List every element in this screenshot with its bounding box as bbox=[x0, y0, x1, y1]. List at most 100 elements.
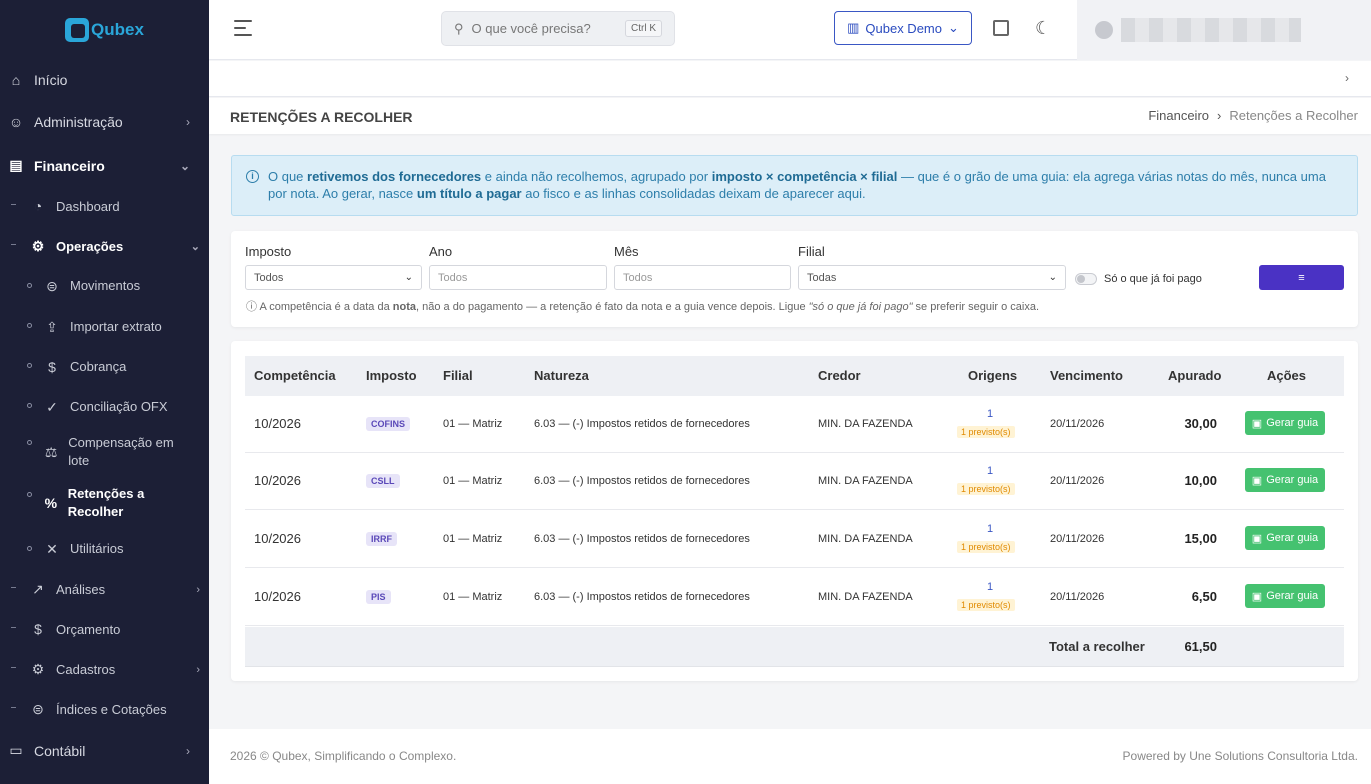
cell-credor: MIN. DA FAZENDA bbox=[818, 475, 913, 487]
sidebar-item-orcamento[interactable]: $ Orçamento bbox=[30, 621, 200, 637]
sidebar-item-contabil[interactable]: ▭ Contábil › bbox=[8, 742, 198, 759]
coin-icon: ⊜ bbox=[32, 701, 44, 717]
sidebar-item-cadastros[interactable]: ⚙ Cadastros › bbox=[30, 661, 200, 678]
breadcrumb-parent[interactable]: Financeiro bbox=[1148, 108, 1209, 123]
sidebar-item-conciliacao[interactable]: ✓ Conciliação OFX bbox=[44, 398, 184, 416]
company-selector[interactable]: ▥ Qubex Demo ⌄ bbox=[834, 11, 972, 45]
sidebar-item-indices[interactable]: ⊜ Índices e Cotações bbox=[30, 701, 200, 718]
chevron-right-icon: › bbox=[186, 115, 190, 129]
page-footer: 2026 © Qubex, Simplificando o Complexo. … bbox=[209, 729, 1371, 784]
chevron-right-icon: › bbox=[196, 583, 200, 596]
scale-icon: ⚖ bbox=[44, 444, 58, 460]
sidebar-item-label: Índices e Cotações bbox=[56, 702, 167, 717]
breadcrumb-current: Retenções a Recolher bbox=[1229, 108, 1358, 123]
sidebar-item-cobranca[interactable]: $ Cobrança bbox=[44, 358, 184, 376]
sidebar-item-analises[interactable]: ↗ Análises › bbox=[30, 581, 200, 598]
filial-select[interactable]: Todas ⌄ bbox=[798, 265, 1066, 290]
search-placeholder: O que você precisa? bbox=[471, 21, 591, 36]
user-menu[interactable] bbox=[1077, 0, 1371, 60]
document-icon: ▣ bbox=[1251, 474, 1263, 487]
tree-dot bbox=[27, 403, 32, 408]
filter-button[interactable]: ≡ bbox=[1259, 265, 1344, 290]
secondary-bar: › bbox=[209, 61, 1371, 97]
cell-natureza: 6.03 — (-) Impostos retidos de fornecedo… bbox=[534, 475, 750, 487]
hint-emphasis: nota bbox=[392, 301, 417, 313]
sidebar-item-inicio[interactable]: ⌂ Início bbox=[8, 72, 198, 88]
table-row: 10/2026 CSLL 01 — Matriz 6.03 — (-) Impo… bbox=[245, 453, 1344, 510]
cell-natureza: 6.03 — (-) Impostos retidos de fornecedo… bbox=[534, 533, 750, 545]
col-natureza: Natureza bbox=[534, 368, 589, 383]
cell-competencia: 10/2026 bbox=[254, 473, 301, 488]
info-alert: i O que retivemos dos fornecedores e ain… bbox=[231, 155, 1358, 216]
filter-icon: ≡ bbox=[1298, 271, 1305, 284]
tree-dash bbox=[11, 707, 16, 708]
sidebar-item-utilitarios[interactable]: ✕ Utilitários bbox=[44, 540, 184, 558]
sidebar-item-importar[interactable]: ⇪ Importar extrato bbox=[44, 318, 184, 336]
sidebar-item-label: Utilitários bbox=[70, 541, 124, 556]
button-label: Gerar guia bbox=[1266, 474, 1319, 486]
cell-filial: 01 — Matriz bbox=[443, 418, 503, 430]
sidebar-item-label: Cadastros bbox=[56, 662, 116, 677]
sidebar-item-label: Análises bbox=[56, 582, 106, 597]
sidebar-item-retencoes[interactable]: % Retenções a Recolher bbox=[44, 485, 184, 521]
sidebar-item-label: Retenções a Recolher bbox=[67, 486, 145, 519]
sidebar-item-movimentos[interactable]: ⊜ Movimentos bbox=[44, 277, 184, 295]
button-label: Gerar guia bbox=[1266, 532, 1319, 544]
hint-text: se preferir seguir o caixa. bbox=[912, 301, 1040, 313]
origens-link[interactable]: 1 bbox=[956, 465, 1024, 477]
tree-dash bbox=[11, 587, 16, 588]
origens-link[interactable]: 1 bbox=[956, 408, 1024, 420]
operations-icon: ⚙ bbox=[31, 238, 45, 254]
fullscreen-icon[interactable] bbox=[993, 20, 1009, 36]
total-value: 61,50 bbox=[1184, 639, 1217, 654]
cell-apurado: 15,00 bbox=[1184, 531, 1217, 546]
tree-dot bbox=[27, 323, 32, 328]
imposto-select[interactable]: Todos ⌄ bbox=[245, 265, 422, 290]
document-icon: ▣ bbox=[1251, 532, 1263, 545]
pago-toggle[interactable] bbox=[1075, 273, 1097, 285]
gerar-guia-button[interactable]: ▣ Gerar guia bbox=[1245, 411, 1325, 435]
chevron-right-icon: › bbox=[186, 743, 190, 758]
gerar-guia-button[interactable]: ▣ Gerar guia bbox=[1245, 468, 1325, 492]
chevron-right-icon: › bbox=[196, 663, 200, 676]
book-icon: ▭ bbox=[9, 742, 23, 758]
previsto-badge: 1 previsto(s) bbox=[957, 541, 1015, 553]
mes-input[interactable]: Todos bbox=[614, 265, 791, 290]
sidebar-item-dashboard[interactable]: ◔ Dashboard bbox=[30, 198, 200, 214]
tree-dash bbox=[11, 667, 16, 668]
previsto-badge: 1 previsto(s) bbox=[957, 426, 1015, 438]
cell-apurado: 10,00 bbox=[1184, 473, 1217, 488]
ano-label: Ano bbox=[429, 244, 453, 259]
ano-input[interactable]: Todos bbox=[429, 265, 607, 290]
moon-icon[interactable]: ☾ bbox=[1035, 18, 1051, 39]
table-header: Competência Imposto Filial Natureza Cred… bbox=[245, 356, 1344, 396]
home-icon: ⌂ bbox=[11, 72, 21, 88]
sidebar-item-operacoes[interactable]: ⚙ Operações ⌄ bbox=[30, 238, 200, 255]
dollar-icon: $ bbox=[48, 359, 56, 375]
tools-icon: ✕ bbox=[46, 541, 58, 557]
tree-dot bbox=[27, 492, 32, 497]
tree-dash bbox=[11, 627, 16, 628]
gerar-guia-button[interactable]: ▣ Gerar guia bbox=[1245, 584, 1325, 608]
gerar-guia-button[interactable]: ▣ Gerar guia bbox=[1245, 526, 1325, 550]
cell-filial: 01 — Matriz bbox=[443, 533, 503, 545]
col-filial: Filial bbox=[443, 368, 473, 383]
search-input[interactable]: ⚲ O que você precisa? Ctrl K bbox=[441, 11, 675, 46]
sidebar-item-compensacao[interactable]: ⚖ Compensação em lote bbox=[44, 434, 184, 470]
retencoes-table: Competência Imposto Filial Natureza Cred… bbox=[231, 341, 1358, 681]
document-icon: ▣ bbox=[1251, 417, 1263, 430]
sidebar-item-financeiro[interactable]: ▤ Financeiro ⌄ bbox=[8, 157, 198, 174]
chevron-right-icon[interactable]: › bbox=[1345, 71, 1349, 85]
imposto-badge: COFINS bbox=[366, 417, 411, 431]
sidebar-item-label: Dashboard bbox=[56, 198, 120, 214]
company-label: Qubex Demo bbox=[865, 20, 942, 36]
info-icon: ⓘ bbox=[246, 301, 257, 313]
origens-link[interactable]: 1 bbox=[956, 581, 1024, 593]
sidebar-item-administracao[interactable]: ☺ Administração › bbox=[8, 114, 198, 130]
brand-logo[interactable]: Qubex bbox=[0, 0, 209, 60]
col-competencia: Competência bbox=[254, 368, 336, 383]
col-vencimento: Vencimento bbox=[1050, 368, 1123, 383]
sidebar-item-label: Financeiro bbox=[34, 157, 105, 174]
menu-icon[interactable] bbox=[234, 20, 252, 41]
origens-link[interactable]: 1 bbox=[956, 523, 1024, 535]
